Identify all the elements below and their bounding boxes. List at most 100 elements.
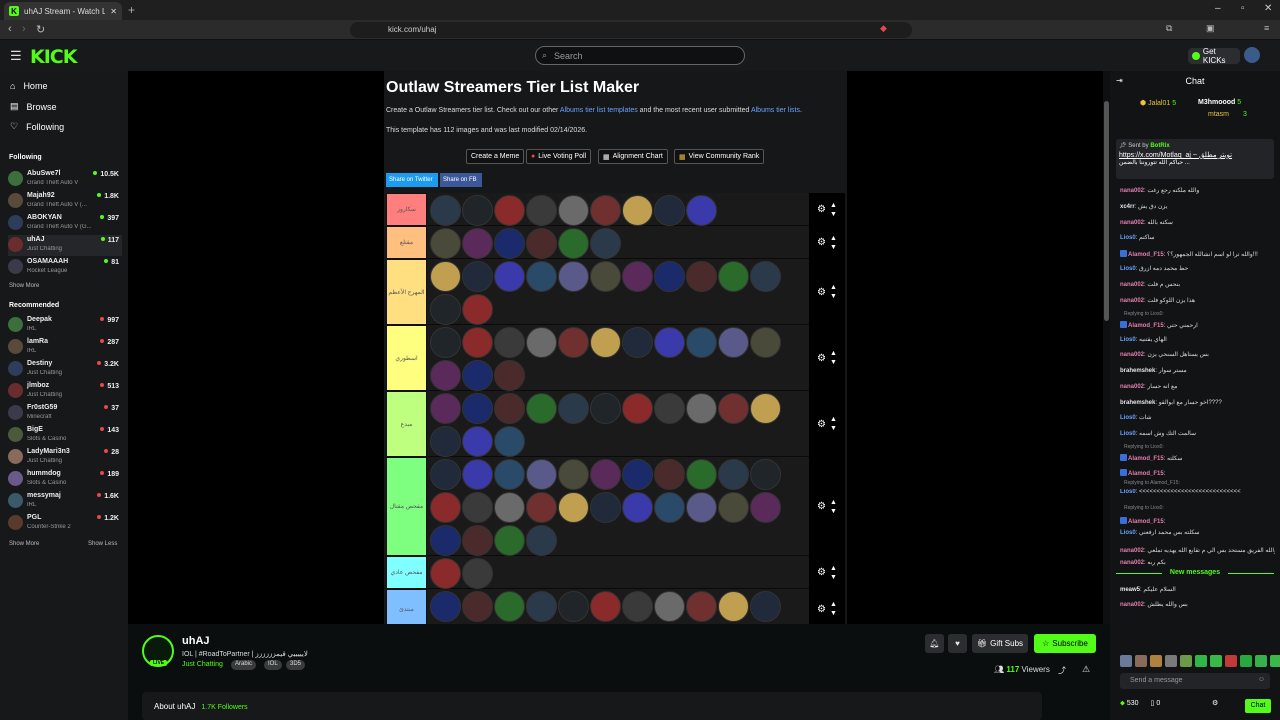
- sidebar-channel-majah92[interactable]: Majah92 Grand Theft Auto V (... 1.8K: [8, 191, 122, 212]
- gear-icon[interactable]: ⚙: [817, 567, 826, 578]
- extensions-icon[interactable]: ⧉: [1166, 23, 1172, 34]
- tier-item-avatar[interactable]: [462, 393, 493, 424]
- chevron-down-icon[interactable]: ▼: [830, 609, 837, 618]
- tier-item-avatar[interactable]: [526, 492, 557, 523]
- settings-icon[interactable]: ⚙: [1212, 699, 1218, 707]
- tier-item-avatar[interactable]: [462, 558, 493, 589]
- kick-logo[interactable]: KICK: [30, 46, 77, 68]
- chat-username[interactable]: nana002: [1120, 384, 1144, 390]
- chat-username[interactable]: nana002: [1120, 188, 1144, 194]
- emote-7[interactable]: [1210, 655, 1222, 667]
- tier-item-avatar[interactable]: [622, 492, 653, 523]
- chevron-up-icon[interactable]: ▲: [830, 415, 837, 424]
- browser-tab[interactable]: KuhAJ Stream - Watch Live on Ki ✕: [4, 2, 122, 20]
- sidebar-channel-pgl[interactable]: PGL Counter-Strike 2 1.2K: [8, 513, 122, 534]
- sidebar-channel-lamra[interactable]: lamRa IRL 287: [8, 337, 122, 358]
- sidebar-channel-bige[interactable]: BigE Slots & Casino 143: [8, 425, 122, 446]
- points-count[interactable]: 530: [1127, 700, 1139, 707]
- sidebar-browse[interactable]: ▤ Browse: [10, 101, 57, 112]
- albums-lists-link[interactable]: Albums tier lists: [751, 107, 800, 114]
- tier-item-avatar[interactable]: [590, 492, 621, 523]
- tier-item-avatar[interactable]: [718, 591, 749, 622]
- show-more-following[interactable]: Show More: [9, 283, 39, 289]
- tier-item-avatar[interactable]: [430, 327, 461, 358]
- chat-username[interactable]: nana002: [1120, 220, 1144, 226]
- sidebar-channel-jlmboz[interactable]: jlmboz Just Chatting 513: [8, 381, 122, 402]
- sidebar-channel-fr0stg59[interactable]: Fr0stG59 Minecraft 37: [8, 403, 122, 424]
- tier-item-avatar[interactable]: [686, 591, 717, 622]
- tier-item-avatar[interactable]: [686, 459, 717, 490]
- tier-item-avatar[interactable]: [462, 228, 493, 259]
- sidebar-channel-ladymari3n3[interactable]: LadyMari3n3 Just Chatting 28: [8, 447, 122, 468]
- chevron-down-icon[interactable]: ▼: [830, 358, 837, 367]
- tier-item-avatar[interactable]: [494, 195, 525, 226]
- tier-item-avatar[interactable]: [462, 261, 493, 292]
- gear-icon[interactable]: ⚙: [817, 353, 826, 364]
- stream-player[interactable]: Outlaw Streamers Tier List Maker Create …: [128, 71, 1103, 624]
- chat-username[interactable]: brahemshek: [1120, 400, 1155, 406]
- tier-item-avatar[interactable]: [686, 195, 717, 226]
- tier-item-avatar[interactable]: [430, 492, 461, 523]
- tier-item-avatar[interactable]: [462, 426, 493, 457]
- new-tab-icon[interactable]: +: [128, 3, 135, 17]
- emote-1[interactable]: [1120, 655, 1132, 667]
- gift-subs-button[interactable]: 🎁︎ Gift Subs: [972, 634, 1028, 653]
- emote-2[interactable]: [1135, 655, 1147, 667]
- notification-button[interactable]: 🔔︎: [925, 634, 944, 653]
- chevron-up-icon[interactable]: ▲: [830, 498, 837, 507]
- tier-item-avatar[interactable]: [430, 459, 461, 490]
- tier-item-avatar[interactable]: [686, 492, 717, 523]
- chevron-up-icon[interactable]: ▲: [830, 201, 837, 210]
- tier-item-avatar[interactable]: [494, 360, 525, 391]
- maximize-icon[interactable]: ▫: [1241, 3, 1245, 14]
- live-voting-button[interactable]: ● Live Voting Poll: [526, 149, 592, 164]
- tier-item-avatar[interactable]: [558, 261, 589, 292]
- tier-item-avatar[interactable]: [622, 327, 653, 358]
- chat-username[interactable]: nana002: [1120, 560, 1144, 566]
- chevron-down-icon[interactable]: ▼: [830, 243, 837, 252]
- tier-item-avatar[interactable]: [750, 459, 781, 490]
- follow-button[interactable]: ♥: [948, 634, 967, 653]
- tier-item-avatar[interactable]: [750, 261, 781, 292]
- tier-item-avatar[interactable]: [462, 525, 493, 556]
- tier-item-avatar[interactable]: [622, 195, 653, 226]
- search-input[interactable]: ⌕ Search: [535, 46, 745, 65]
- emote-3[interactable]: [1150, 655, 1162, 667]
- pinned-link[interactable]: https://x.com/Motlaq_aj ~ تويتر مطلق: [1119, 151, 1271, 159]
- tier-item-avatar[interactable]: [590, 327, 621, 358]
- chat-username[interactable]: xc4rr: [1120, 204, 1135, 210]
- tier-item-avatar[interactable]: [526, 195, 557, 226]
- sidebar-channel-uhaj[interactable]: uhAJ Just Chatting 117: [8, 235, 122, 256]
- tier-item-avatar[interactable]: [494, 327, 525, 358]
- tier-item-avatar[interactable]: [654, 195, 685, 226]
- gear-icon[interactable]: ⚙: [817, 419, 826, 430]
- chevron-down-icon[interactable]: ▼: [830, 210, 837, 219]
- tier-item-avatar[interactable]: [462, 492, 493, 523]
- tier-label[interactable]: اسطوري: [386, 325, 427, 391]
- share-fb-button[interactable]: Share on FB: [440, 173, 482, 187]
- sidebar-channel-osamaaah[interactable]: OSAMAAAH Rocket League 81: [8, 257, 122, 278]
- chevron-up-icon[interactable]: ▲: [830, 283, 837, 292]
- tier-item-avatar[interactable]: [494, 393, 525, 424]
- sidebar-channel-abuswe7l[interactable]: AbuSwe7l Grand Theft Auto V 10.5K: [8, 169, 122, 190]
- tier-item-avatar[interactable]: [494, 492, 525, 523]
- emoji-icon[interactable]: ☺: [1258, 676, 1265, 683]
- tier-item-avatar[interactable]: [526, 393, 557, 424]
- url-field[interactable]: kick.com/uhaj: [350, 22, 912, 38]
- share-twitter-button[interactable]: Share on Twitter: [386, 173, 438, 187]
- tier-item-avatar[interactable]: [526, 459, 557, 490]
- emote-8[interactable]: [1225, 655, 1237, 667]
- kicks-count[interactable]: 0: [1156, 700, 1160, 707]
- tier-item-avatar[interactable]: [526, 261, 557, 292]
- pinned-message[interactable]: 📌︎ Sent by BotRix https://x.com/Motlaq_a…: [1116, 139, 1274, 179]
- tier-item-avatar[interactable]: [494, 525, 525, 556]
- tier-item-avatar[interactable]: [750, 591, 781, 622]
- tier-label[interactable]: مبتدئ: [386, 589, 427, 624]
- chat-username[interactable]: Lios0: [1120, 266, 1136, 272]
- tier-item-avatar[interactable]: [590, 228, 621, 259]
- tier-label[interactable]: المهرج الأعظم: [386, 259, 427, 325]
- tier-label[interactable]: مفحص عادي: [386, 556, 427, 589]
- tier-label[interactable]: مبدع: [386, 391, 427, 457]
- new-messages-divider[interactable]: New messages: [1116, 569, 1274, 576]
- leaderboard-2[interactable]: M3hmoood 5: [1198, 99, 1241, 106]
